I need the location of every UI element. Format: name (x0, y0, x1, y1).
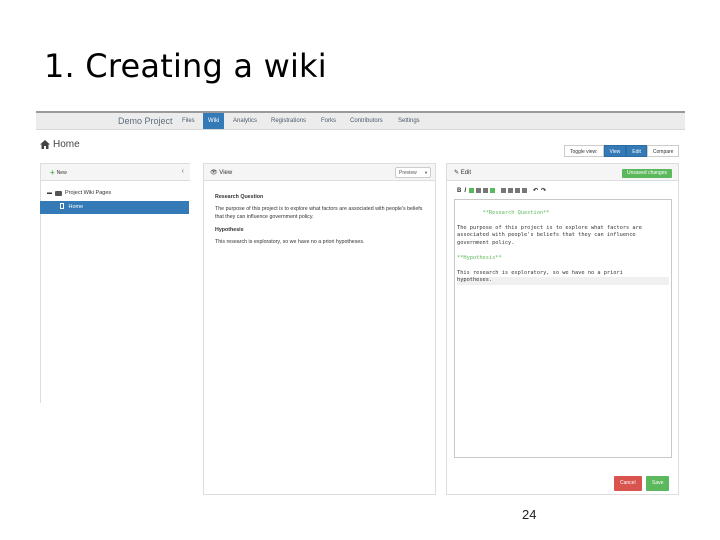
markdown-editor[interactable]: **Research Question** The purpose of thi… (454, 199, 672, 458)
nav-forks[interactable]: Forks (316, 113, 341, 129)
redo-icon[interactable]: ↷ (541, 187, 546, 194)
slide-title: 1. Creating a wiki (44, 47, 327, 85)
preview-para-research: The purpose of this project is to explor… (215, 206, 423, 220)
new-page-button[interactable]: + New (50, 168, 67, 177)
home-icon (40, 140, 50, 149)
eye-icon: 👁 (210, 170, 218, 176)
editor-line: **Hypothesis** (457, 254, 502, 261)
link-icon[interactable] (469, 188, 475, 193)
editor-line: government policy. (457, 239, 515, 246)
tree-item-home[interactable]: Home (40, 201, 189, 214)
edit-toggle-button[interactable]: Edit (626, 145, 647, 157)
plus-icon: + (50, 168, 55, 177)
nav-wiki[interactable]: Wiki (203, 113, 225, 129)
heading-icon[interactable] (515, 188, 521, 193)
quote-icon[interactable] (476, 188, 482, 193)
tree-item-home-label: Home (68, 204, 84, 210)
editor-line-active: hypotheses. (457, 277, 669, 285)
editor-content: **Research Question** The purpose of thi… (457, 202, 669, 300)
page-heading: Home (40, 139, 80, 150)
unsaved-changes-label: Unsaved changes (626, 170, 667, 176)
folder-icon (55, 190, 62, 196)
edit-icon: ✎ (454, 170, 460, 176)
view-panel-title-text: View (219, 170, 233, 176)
nav-contributors[interactable]: Contributors (345, 113, 388, 129)
save-button[interactable]: Save (646, 476, 670, 491)
collapse-icon[interactable]: ‹ (182, 168, 184, 175)
new-page-label: New (56, 169, 67, 176)
view-panel-header: 👁 View Preview ▼ (204, 164, 435, 181)
code-icon[interactable] (483, 188, 489, 193)
cancel-button[interactable]: Cancel (614, 476, 642, 491)
view-mode-select[interactable]: Preview ▼ (395, 167, 431, 178)
compare-toggle-button[interactable]: Compare (646, 145, 680, 157)
wiki-screenshot: Demo Project Files Wiki Analytics Regist… (36, 111, 685, 503)
wiki-preview: Research Question The purpose of this pr… (215, 193, 430, 251)
view-panel: 👁 View Preview ▼ Research Question The p… (203, 163, 436, 495)
toggle-view-label: Toggle view: (564, 145, 604, 157)
editor-toolbar: B I ↶ ↷ (457, 187, 549, 195)
wiki-pages-panel: + New ‹ ▬ Project Wiki Pages (40, 163, 190, 403)
editor-line: This research is exploratory, so we have… (457, 269, 623, 276)
undo-icon[interactable]: ↶ (533, 187, 538, 194)
image-icon[interactable] (490, 188, 496, 193)
bullet-list-icon[interactable] (508, 188, 514, 193)
nav-files[interactable]: Files (177, 113, 200, 129)
chevron-down-icon: ▼ (424, 170, 428, 175)
edit-panel-title: ✎ Edit (454, 169, 471, 176)
slide-page-number: 24 (522, 507, 537, 522)
toggle-view-group: Toggle view: View Edit Compare (564, 145, 680, 157)
project-navbar: Demo Project Files Wiki Analytics Regist… (36, 113, 685, 130)
editor-line: **Research Question** (482, 209, 550, 216)
bold-button[interactable]: B (457, 188, 461, 194)
edit-panel-header: ✎ Edit Unsaved changes (447, 164, 678, 181)
preview-heading-hypothesis: Hypothesis (215, 227, 244, 233)
view-toggle-button[interactable]: View (603, 145, 627, 157)
project-brand[interactable]: Demo Project (118, 116, 173, 126)
preview-heading-research: Research Question (215, 194, 264, 200)
tree-root-label: Project Wiki Pages (65, 190, 112, 196)
tree-root[interactable]: ▬ Project Wiki Pages (47, 190, 111, 196)
caret-down-icon: ▬ (47, 190, 52, 196)
editor-line: associated with people's beliefs that th… (457, 232, 636, 238)
file-icon (60, 203, 64, 209)
editor-line: The purpose of this project is to explor… (457, 224, 642, 231)
sidebar-header: + New ‹ (41, 164, 190, 181)
view-mode-value: Preview (399, 170, 417, 176)
view-panel-title: 👁 View (210, 169, 232, 176)
nav-analytics[interactable]: Analytics (228, 113, 262, 129)
horizontal-rule-icon[interactable] (522, 188, 528, 193)
edit-panel: ✎ Edit Unsaved changes B I ↶ ↷ **Researc… (446, 163, 679, 495)
edit-panel-title-text: Edit (460, 170, 472, 176)
nav-registrations[interactable]: Registrations (266, 113, 311, 129)
numbered-list-icon[interactable] (501, 188, 507, 193)
unsaved-changes-button[interactable]: Unsaved changes (621, 169, 672, 178)
preview-para-hypothesis: This research is exploratory, so we have… (215, 239, 365, 245)
nav-settings[interactable]: Settings (393, 113, 425, 129)
italic-button[interactable]: I (464, 188, 466, 194)
page-heading-text: Home (53, 139, 80, 150)
